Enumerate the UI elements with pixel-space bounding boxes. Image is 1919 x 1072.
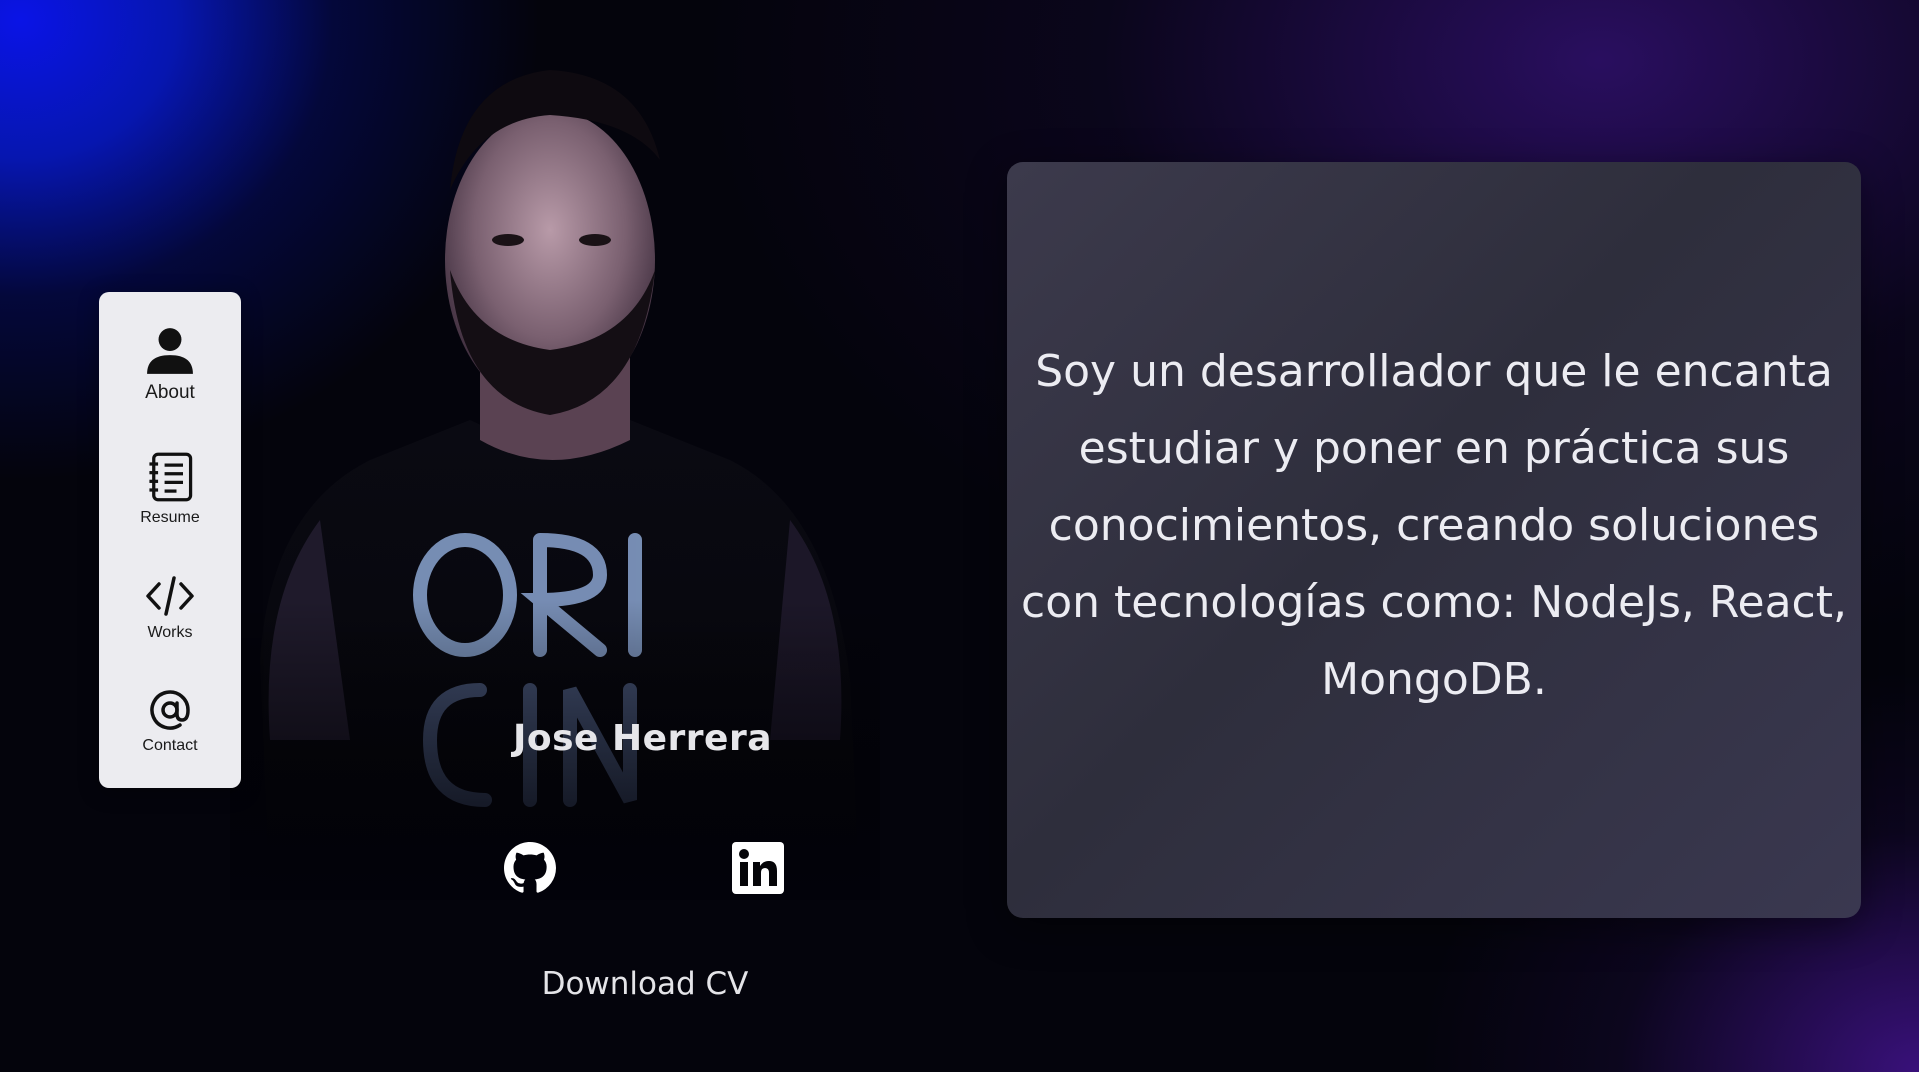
nav-item-works[interactable]: Works	[99, 574, 241, 642]
profile-name: Jose Herrera	[512, 718, 773, 759]
about-text: Soy un desarrollador que le encanta estu…	[1021, 345, 1847, 705]
person-icon	[145, 326, 195, 376]
nav-label-about: About	[145, 381, 195, 403]
nav-item-resume[interactable]: Resume	[99, 451, 241, 527]
download-cv-button[interactable]: Download CV	[500, 966, 790, 1002]
linkedin-icon	[732, 842, 784, 894]
at-icon	[149, 689, 191, 731]
linkedin-link[interactable]	[732, 842, 784, 894]
code-icon	[145, 574, 195, 618]
nav-item-contact[interactable]: Contact	[99, 689, 241, 755]
notebook-icon	[144, 451, 196, 503]
github-icon	[504, 842, 556, 894]
github-link[interactable]	[504, 842, 556, 894]
profile-photo	[230, 40, 880, 900]
nav-item-about[interactable]: About	[99, 326, 241, 404]
nav-label-resume: Resume	[140, 508, 200, 526]
sidebar-nav: About Resume Works Contact	[99, 292, 241, 788]
about-card: Soy un desarrollador que le encanta estu…	[1007, 162, 1861, 918]
page: About Resume Works Contact Jose Herrera …	[0, 0, 1919, 1072]
nav-label-contact: Contact	[142, 736, 198, 754]
nav-label-works: Works	[147, 623, 193, 641]
